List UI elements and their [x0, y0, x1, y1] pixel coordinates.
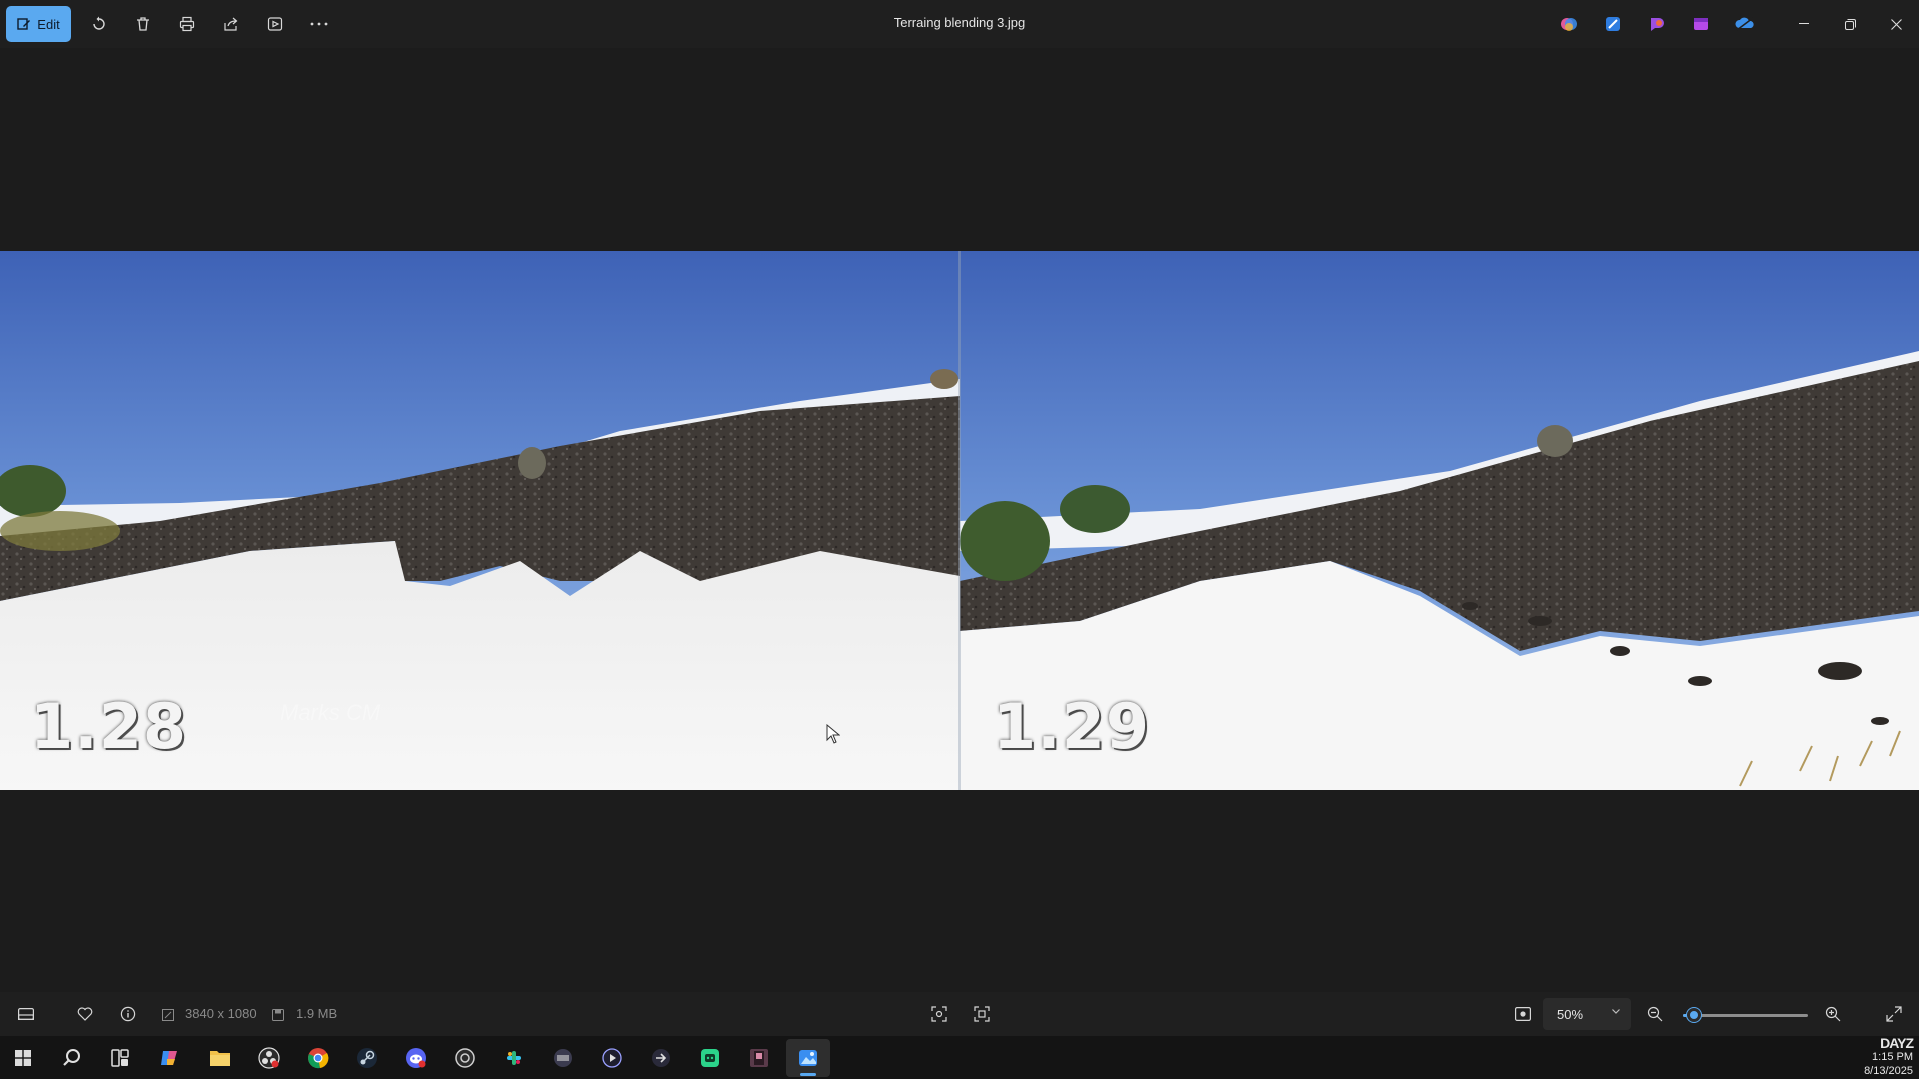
app-shortcuts — [1555, 10, 1759, 38]
onedrive-icon[interactable] — [1731, 10, 1759, 38]
mouse-cursor-icon — [826, 724, 840, 744]
restore-icon — [1844, 18, 1856, 30]
actual-size-button[interactable] — [967, 1000, 997, 1028]
info-icon — [120, 1006, 136, 1022]
minimize-icon — [1799, 23, 1809, 24]
title-bar: Edit Terraing blending 3.jpg — [0, 0, 1919, 48]
system-tray: DAYZ 1:15 PM 8/13/2025 — [1864, 1035, 1914, 1078]
file-info-button[interactable] — [113, 1000, 143, 1028]
zoom-slider-thumb[interactable] — [1687, 1008, 1702, 1022]
task-view-icon[interactable] — [98, 1039, 142, 1077]
zoom-out-button[interactable] — [1640, 1000, 1670, 1028]
video-editor-icon[interactable] — [1687, 10, 1715, 38]
favorite-button[interactable] — [70, 1000, 100, 1028]
fullscreen-preview-button[interactable] — [1508, 1000, 1538, 1028]
discord-icon[interactable] — [394, 1039, 438, 1077]
status-bar: 3840 x 1080 1.9 MB 50% — [0, 992, 1919, 1036]
expand-button[interactable] — [1879, 1000, 1909, 1028]
app-icon[interactable] — [443, 1039, 487, 1077]
filesize-icon — [272, 1009, 284, 1021]
screenshot-icon — [1515, 1007, 1531, 1021]
taskbar — [0, 1036, 1919, 1079]
image-dimensions: 3840 x 1080 — [185, 1006, 257, 1021]
chevron-down-icon — [1612, 1009, 1620, 1014]
photos-icon[interactable] — [786, 1039, 830, 1077]
filmstrip-button[interactable] — [11, 1000, 41, 1028]
zoom-dropdown[interactable]: 50% — [1543, 998, 1631, 1030]
copilot-icon[interactable] — [1555, 10, 1583, 38]
close-icon — [1890, 18, 1902, 30]
scan-icon — [974, 1006, 990, 1022]
clipchamp-icon[interactable] — [1643, 10, 1671, 38]
expand-icon — [1886, 1006, 1902, 1022]
obs-icon[interactable] — [247, 1039, 291, 1077]
restore-button[interactable] — [1827, 0, 1873, 48]
clock-date[interactable]: 8/13/2025 — [1864, 1064, 1913, 1078]
filmstrip-icon — [18, 1008, 34, 1020]
fit-to-window-button[interactable] — [924, 1000, 954, 1028]
app-icon[interactable] — [688, 1039, 732, 1077]
windows-start-icon[interactable] — [1, 1039, 45, 1077]
dimensions-icon — [162, 1009, 174, 1021]
slack-icon[interactable] — [492, 1039, 536, 1077]
heart-icon — [77, 1007, 93, 1021]
file-size: 1.9 MB — [296, 1006, 338, 1021]
file-explorer-icon[interactable] — [198, 1039, 242, 1077]
close-button[interactable] — [1873, 0, 1919, 48]
left-version-label: 1.28 — [30, 690, 187, 763]
copilot-taskbar-icon[interactable] — [148, 1039, 192, 1077]
app-icon[interactable] — [737, 1039, 781, 1077]
window-controls — [1781, 0, 1919, 48]
steam-icon[interactable] — [345, 1039, 389, 1077]
chrome-icon[interactable] — [296, 1039, 340, 1077]
app-icon[interactable] — [639, 1039, 683, 1077]
right-version-label: 1.29 — [993, 690, 1150, 763]
designer-icon[interactable] — [1599, 10, 1627, 38]
zoom-in-icon — [1825, 1006, 1841, 1022]
zoom-slider-track[interactable] — [1683, 1014, 1808, 1017]
fit-screen-icon — [931, 1006, 947, 1022]
search-icon[interactable] — [50, 1039, 94, 1077]
clock-time[interactable]: 1:15 PM — [1864, 1050, 1913, 1064]
media-icon[interactable] — [590, 1039, 634, 1077]
watermark-text: Marks CM — [280, 700, 381, 725]
minimize-button[interactable] — [1781, 0, 1827, 48]
app-icon[interactable] — [541, 1039, 585, 1077]
zoom-value: 50% — [1557, 1006, 1584, 1022]
zoom-out-icon — [1647, 1006, 1663, 1022]
zoom-in-button[interactable] — [1818, 1000, 1848, 1028]
brand-logo: DAYZ — [1880, 1035, 1914, 1051]
